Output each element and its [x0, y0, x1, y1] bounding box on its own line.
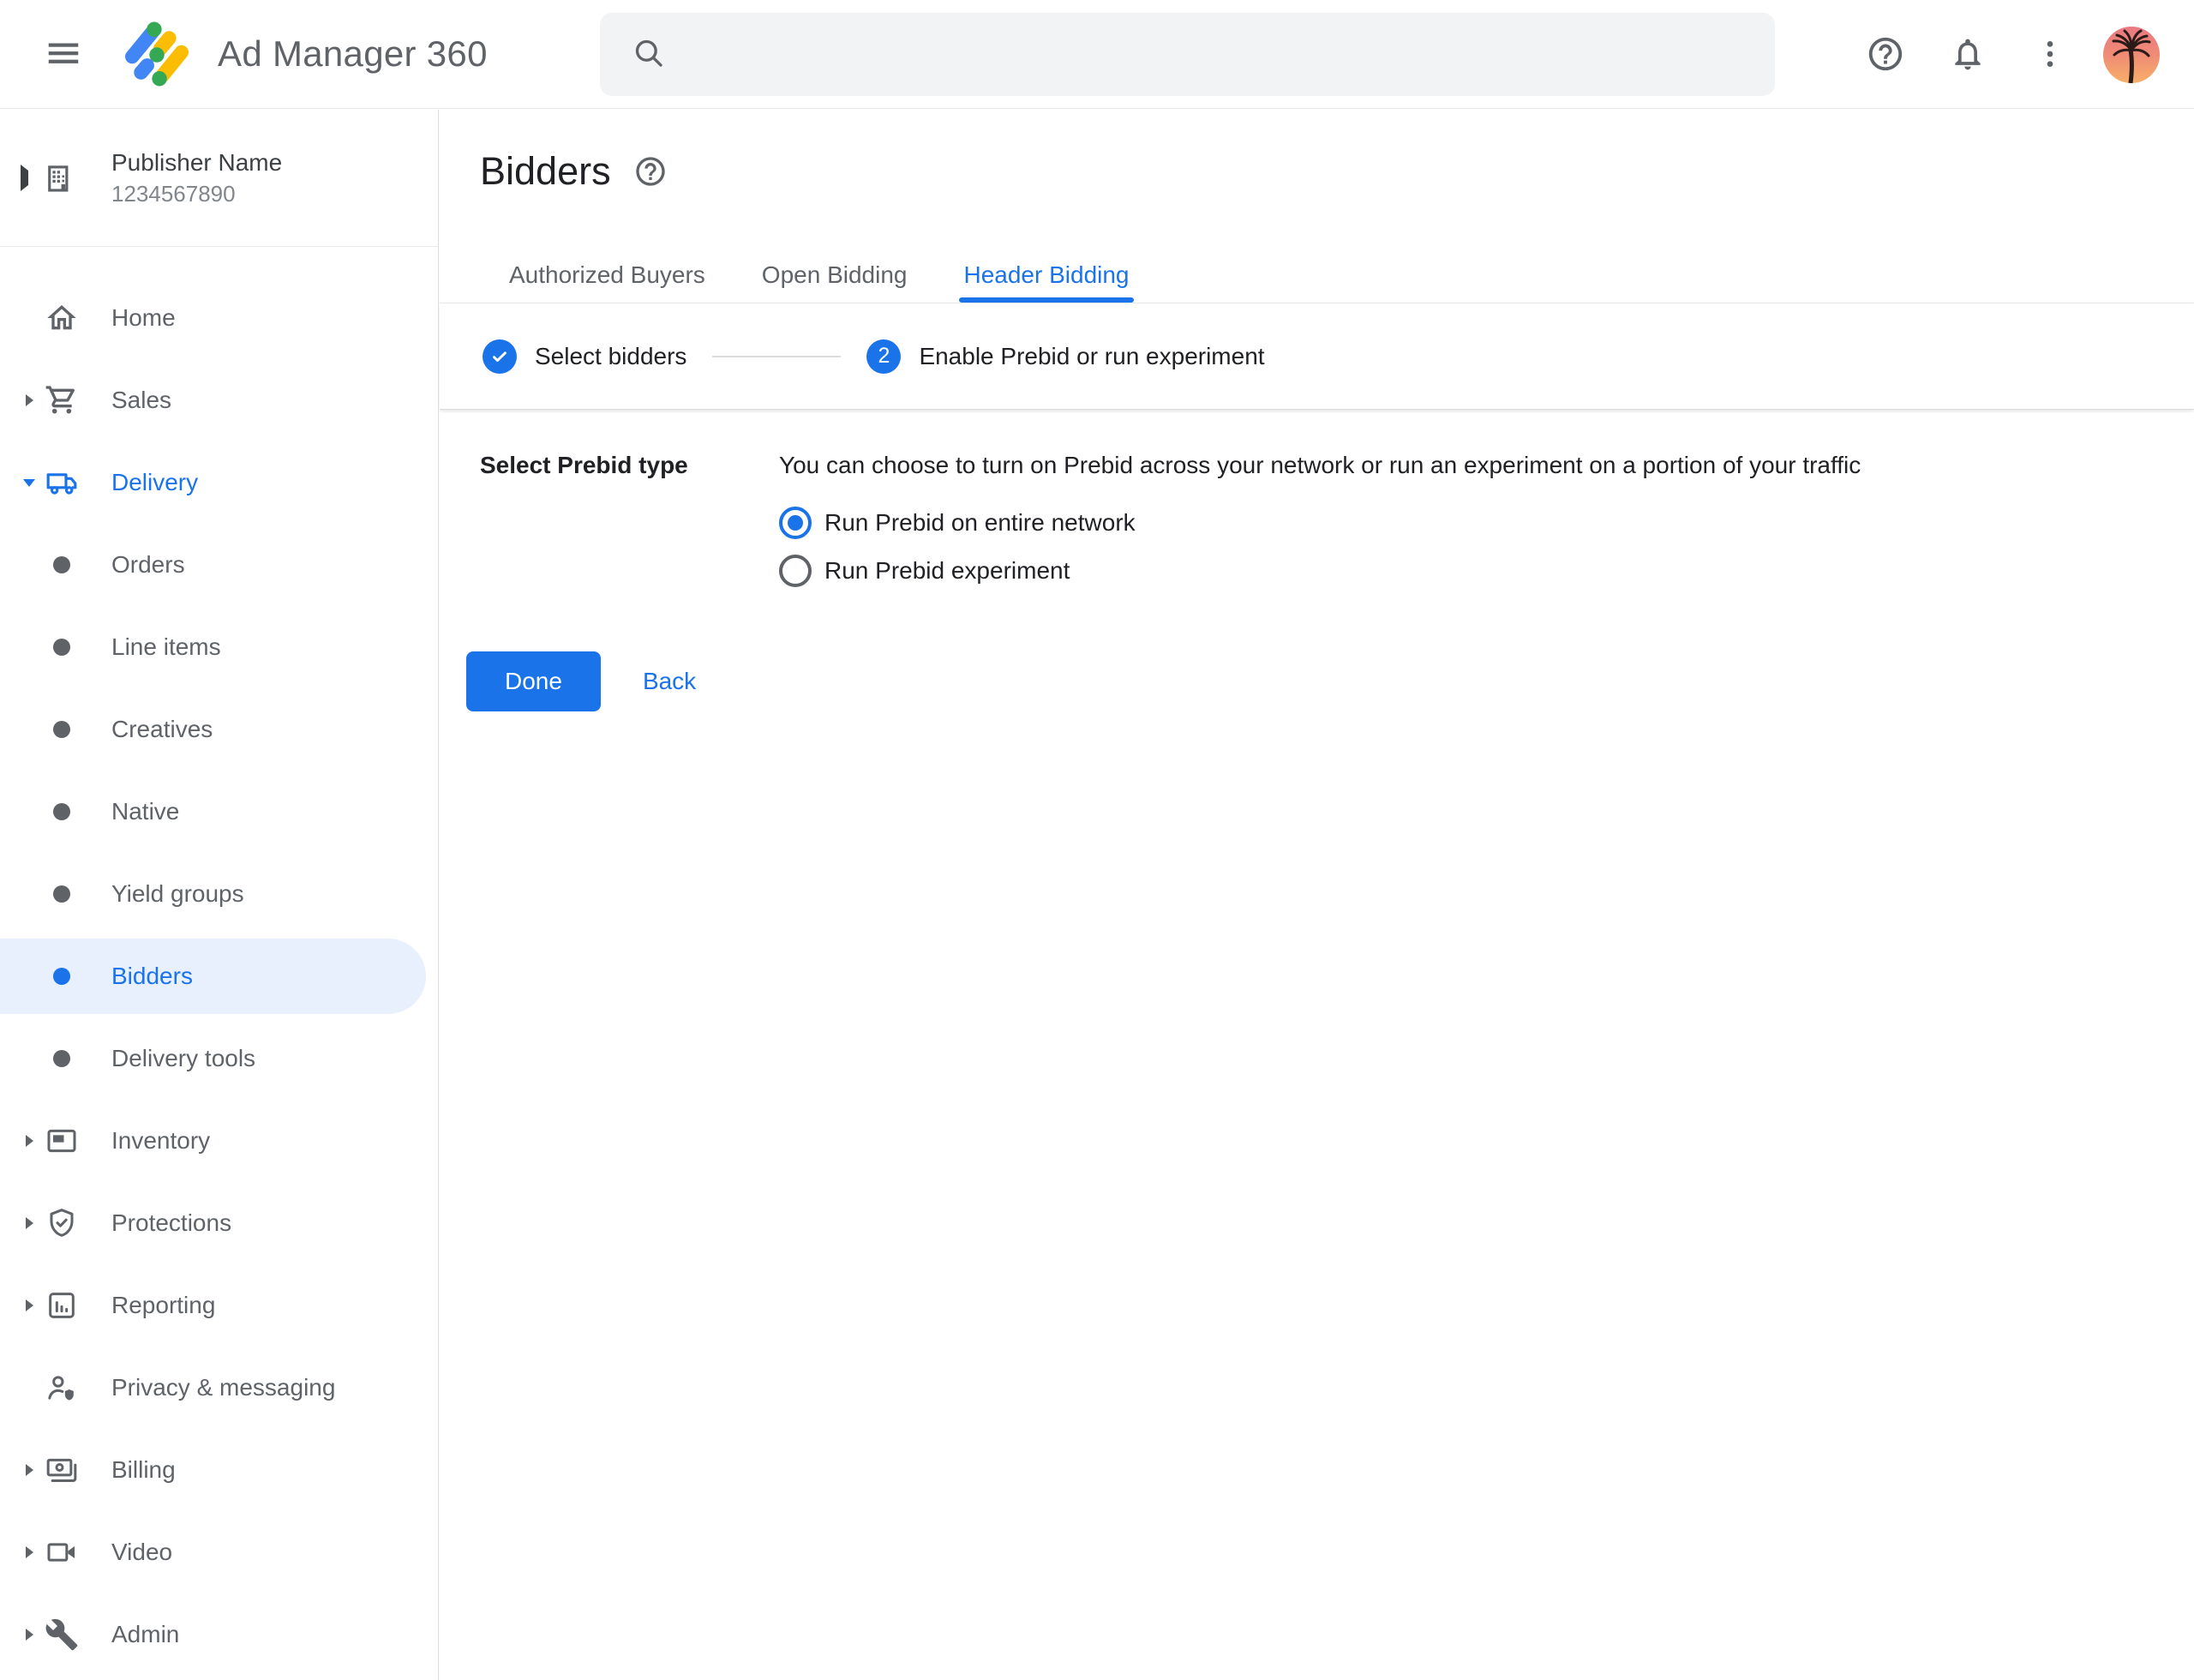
step-number-badge: 2: [866, 339, 901, 374]
step-connector: [712, 356, 841, 357]
cart-icon: [45, 383, 79, 417]
page-help-button[interactable]: [630, 151, 671, 192]
palm-tree-avatar-image: [2103, 27, 2160, 83]
truck-icon: [45, 465, 79, 500]
sidebar-item-home[interactable]: Home: [0, 277, 438, 359]
sidebar-item-sales[interactable]: Sales: [0, 359, 438, 441]
sidebar-item-protections[interactable]: Protections: [0, 1182, 438, 1264]
expand-arrow-icon: [19, 1464, 39, 1476]
sidebar-item-video[interactable]: Video: [0, 1511, 438, 1593]
sidebar-item-delivery-tools[interactable]: Delivery tools: [0, 1017, 438, 1100]
expand-arrow-icon: [19, 1217, 39, 1229]
bar-chart-icon: [45, 1288, 79, 1323]
help-icon: [1866, 34, 1905, 74]
prebid-type-options: You can choose to turn on Prebid across …: [779, 451, 1861, 595]
sidebar-item-inventory[interactable]: Inventory: [0, 1100, 438, 1182]
expand-arrow-icon: [19, 1546, 39, 1558]
sidebar-item-admin[interactable]: Admin: [0, 1593, 438, 1676]
notifications-button[interactable]: [1940, 27, 1995, 81]
prebid-type-description: You can choose to turn on Prebid across …: [779, 451, 1861, 480]
prebid-type-row: Select Prebid type You can choose to tur…: [480, 451, 2194, 595]
tab-authorized-buyers[interactable]: Authorized Buyers: [481, 247, 734, 303]
bullet-icon: [45, 795, 79, 829]
payments-icon: [45, 1453, 79, 1487]
radio-run-prebid-entire-network[interactable]: Run Prebid on entire network: [779, 499, 1861, 547]
bullet-icon: [45, 1041, 79, 1076]
hamburger-icon: [44, 33, 83, 75]
bullet-icon: [45, 548, 79, 582]
user-avatar[interactable]: [2103, 27, 2160, 83]
bell-icon: [1949, 35, 1987, 73]
form-content: Select Prebid type You can choose to tur…: [440, 410, 2194, 711]
radio-selected-icon: [779, 507, 812, 539]
tab-header-bidding[interactable]: Header Bidding: [935, 247, 1157, 303]
expand-arrow-icon: [19, 394, 39, 406]
step-completed-check-icon: [483, 339, 517, 374]
expand-arrow-icon: [19, 1299, 39, 1311]
wrench-icon: [45, 1617, 79, 1652]
search-bar[interactable]: [600, 13, 1775, 96]
sidebar: Publisher Name 1234567890 Home Sales: [0, 110, 439, 1680]
tab-open-bidding[interactable]: Open Bidding: [734, 247, 936, 303]
expand-arrow-icon: [19, 1135, 39, 1147]
prebid-type-label: Select Prebid type: [480, 451, 779, 480]
publisher-info: Publisher Name 1234567890: [111, 149, 282, 207]
done-button[interactable]: Done: [466, 651, 601, 711]
sidebar-item-native[interactable]: Native: [0, 771, 438, 853]
search-icon: [631, 35, 665, 74]
search-input[interactable]: [689, 40, 1749, 69]
radio-run-prebid-experiment[interactable]: Run Prebid experiment: [779, 547, 1861, 595]
sidebar-nav: Home Sales Delivery Orders: [0, 247, 438, 1676]
bullet-icon: [45, 712, 79, 747]
page-header: Bidders: [440, 110, 2194, 195]
privacy-person-icon: [45, 1371, 79, 1405]
sidebar-item-reporting[interactable]: Reporting: [0, 1264, 438, 1347]
inventory-icon: [45, 1124, 79, 1158]
sidebar-item-yield-groups[interactable]: Yield groups: [0, 853, 438, 935]
more-options-button[interactable]: [2023, 27, 2077, 81]
bullet-icon: [45, 959, 79, 993]
sidebar-item-line-items[interactable]: Line items: [0, 606, 438, 688]
building-icon: [42, 160, 78, 196]
vertical-dots-icon: [2033, 37, 2067, 71]
hamburger-menu-button[interactable]: [38, 28, 89, 80]
sidebar-item-delivery[interactable]: Delivery: [0, 441, 438, 524]
sidebar-item-creatives[interactable]: Creatives: [0, 688, 438, 771]
topbar: Ad Manager 360: [0, 0, 2194, 109]
step-select-bidders[interactable]: Select bidders: [483, 339, 686, 374]
stepper: Select bidders 2 Enable Prebid or run ex…: [440, 303, 2194, 410]
collapse-arrow-icon: [19, 479, 39, 487]
sidebar-item-orders[interactable]: Orders: [0, 524, 438, 606]
publisher-selector[interactable]: Publisher Name 1234567890: [0, 110, 438, 247]
home-icon: [45, 301, 79, 335]
main-content: Bidders Authorized Buyers Open Bidding H…: [440, 110, 2194, 1680]
sidebar-item-privacy-messaging[interactable]: Privacy & messaging: [0, 1347, 438, 1429]
help-button[interactable]: [1858, 27, 1913, 81]
tab-bar: Authorized Buyers Open Bidding Header Bi…: [440, 247, 2194, 303]
page-title: Bidders: [480, 149, 611, 194]
step-enable-prebid[interactable]: 2 Enable Prebid or run experiment: [866, 339, 1264, 374]
ad-manager-logo-icon[interactable]: [123, 21, 190, 87]
sidebar-item-billing[interactable]: Billing: [0, 1429, 438, 1511]
videocam-icon: [45, 1535, 79, 1569]
sidebar-item-bidders[interactable]: Bidders: [0, 935, 438, 1017]
app-title: Ad Manager 360: [218, 33, 488, 75]
radio-unselected-icon: [779, 555, 812, 587]
bullet-icon: [45, 630, 79, 664]
bullet-icon: [45, 877, 79, 911]
form-actions: Done Back: [466, 651, 2194, 711]
help-icon: [633, 154, 668, 189]
shield-icon: [45, 1206, 79, 1240]
expand-arrow-icon: [19, 1629, 39, 1641]
back-button[interactable]: Back: [643, 668, 696, 695]
expand-arrow-icon: [21, 171, 28, 186]
publisher-name: Publisher Name: [111, 149, 282, 177]
publisher-id: 1234567890: [111, 181, 282, 207]
radio-group: Run Prebid on entire network Run Prebid …: [779, 499, 1861, 595]
